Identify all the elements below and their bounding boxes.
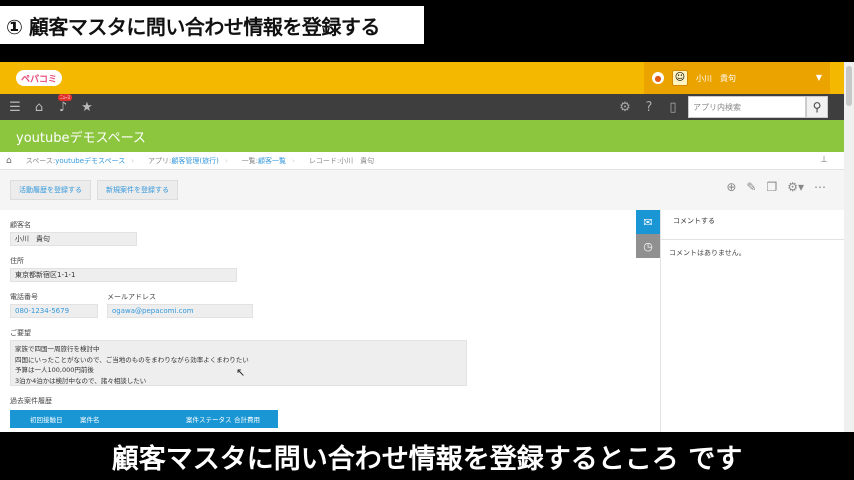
scroll-thumb[interactable] — [846, 66, 852, 106]
record-detail: 顧客名 小川 貴句 住所 東京都新宿区1-1-1 電話番号 080-1234-5… — [0, 210, 636, 432]
gear-icon[interactable]: ⚙ — [616, 100, 634, 115]
subtitle-caption: 顧客マスタに問い合わせ情報を登録するところ です — [0, 432, 854, 480]
bell-icon[interactable]: ♪ ﾆｭｰｽ — [54, 94, 72, 116]
request-label: ご要望 — [10, 329, 31, 337]
comment-panel: コメントする コメントはありません。 — [660, 210, 844, 432]
title-banner: ① 顧客マスタに問い合わせ情報を登録する — [0, 6, 424, 44]
app-logo[interactable]: ペパコミ — [16, 70, 62, 86]
pin-icon[interactable]: ⊥ — [820, 155, 828, 165]
record-action-bar: 活動履歴を登録する 新規案件を登録する ⊕ ✎ ❐ ⚙▾ ⋯ — [0, 170, 844, 210]
user-name: 小川 貴句 — [696, 73, 736, 83]
history-table-header: 初回接触日 案件名 案件ステータス 合計費用 — [10, 410, 278, 428]
breadcrumb-space[interactable]: スペース: youtubeデモスペース › — [26, 156, 134, 166]
request-line: 四国にいったことがないので、ご当地のものをまわりながら効率よくまわりたい — [15, 355, 249, 364]
video-frame: ① 顧客マスタに問い合わせ情報を登録する ペパコミ ● ☺ 小川 貴句 ▼ ☰ … — [0, 0, 854, 480]
breadcrumb-view[interactable]: 一覧: 顧客一覧 › — [242, 156, 295, 166]
kintone-app-window: ペパコミ ● ☺ 小川 貴句 ▼ ☰ ⌂ ♪ ﾆｭｰｽ ★ ⚙ ? ▯ アプリ内検… — [0, 62, 854, 432]
notification-badge: ﾆｭｰｽ — [58, 94, 72, 101]
settings-icon[interactable]: ⚙▾ — [787, 180, 804, 194]
global-nav: ☰ ⌂ ♪ ﾆｭｰｽ ★ ⚙ ? ▯ アプリ内検索 ⚲ — [0, 94, 844, 120]
user-menu[interactable]: ● ☺ 小川 貴句 ▼ — [644, 62, 830, 94]
phone-field[interactable]: 080-1234-5679 — [10, 304, 98, 318]
customer-name-field: 小川 貴句 — [10, 232, 137, 246]
mouse-cursor-icon: ↖ — [236, 366, 246, 379]
caption-text: 顧客マスタに問い合わせ情報を登録するところ です — [111, 443, 743, 475]
home-icon[interactable]: ⌂ — [6, 156, 12, 166]
app-header: ペパコミ ● ☺ 小川 貴句 ▼ — [0, 62, 844, 94]
add-record-icon[interactable]: ⊕ — [726, 180, 736, 194]
record-tools: ⊕ ✎ ❐ ⚙▾ ⋯ — [726, 180, 826, 194]
comment-tab-icon[interactable]: ✉ — [636, 210, 660, 234]
column-header: 案件ステータス — [186, 416, 232, 424]
column-header: 初回接触日 — [30, 416, 63, 424]
address-label: 住所 — [10, 257, 24, 265]
breadcrumb-app[interactable]: アプリ: 顧客管理(旅行) › — [148, 156, 228, 166]
email-label: メールアドレス — [107, 293, 156, 301]
breadcrumb: ⌂ スペース: youtubeデモスペース › アプリ: 顧客管理(旅行) › 一覧… — [0, 152, 844, 170]
history-label: 過去案件履歴 — [10, 397, 52, 405]
status-badge: ● — [652, 72, 664, 84]
space-header: youtubeデモスペース — [0, 120, 844, 152]
scrollbar[interactable] — [844, 62, 854, 432]
edit-icon[interactable]: ✎ — [746, 180, 756, 194]
comment-input[interactable]: コメントする — [661, 210, 844, 240]
menu-icon[interactable]: ☰ — [6, 98, 24, 116]
more-icon[interactable]: ⋯ — [814, 180, 826, 194]
phone-label: 電話番号 — [10, 293, 38, 301]
breadcrumb-record: レコード: 小川 貴句 — [308, 156, 375, 165]
email-field[interactable]: ogawa@pepacomi.com — [107, 304, 253, 318]
comment-empty-message: コメントはありません。 — [669, 249, 746, 257]
column-header: 合計費用 — [234, 416, 260, 424]
history-tab-icon[interactable]: ◷ — [636, 234, 660, 258]
chevron-down-icon[interactable]: ▼ — [816, 73, 822, 82]
add-activity-button[interactable]: 活動履歴を登録する — [10, 180, 91, 200]
avatar: ☺ — [672, 70, 688, 86]
search-placeholder: アプリ内検索 — [693, 102, 741, 112]
space-title: youtubeデモスペース — [16, 130, 146, 146]
search-icon[interactable]: ⚲ — [806, 96, 828, 118]
copy-icon[interactable]: ❐ — [766, 180, 777, 194]
add-case-button[interactable]: 新規案件を登録する — [97, 180, 178, 200]
star-icon[interactable]: ★ — [78, 98, 96, 116]
address-field: 東京都新宿区1-1-1 — [10, 268, 237, 282]
banner-text: ① 顧客マスタに問い合わせ情報を登録する — [6, 14, 380, 39]
mobile-icon[interactable]: ▯ — [664, 100, 682, 115]
column-header: 案件名 — [80, 416, 100, 424]
request-line: 家族で四国一周旅行を検討中 — [15, 345, 100, 353]
nav-right-tools: ⚙ ? ▯ アプリ内検索 ⚲ — [616, 94, 828, 120]
request-textarea: 家族で四国一周旅行を検討中 四国にいったことがないので、ご当地のものをまわりなが… — [10, 340, 467, 386]
customer-name-label: 顧客名 — [10, 221, 31, 229]
app-search-input[interactable]: アプリ内検索 — [688, 96, 806, 118]
home-icon[interactable]: ⌂ — [30, 98, 48, 116]
help-icon[interactable]: ? — [640, 100, 658, 115]
side-tabs: ✉ ◷ — [636, 210, 660, 432]
